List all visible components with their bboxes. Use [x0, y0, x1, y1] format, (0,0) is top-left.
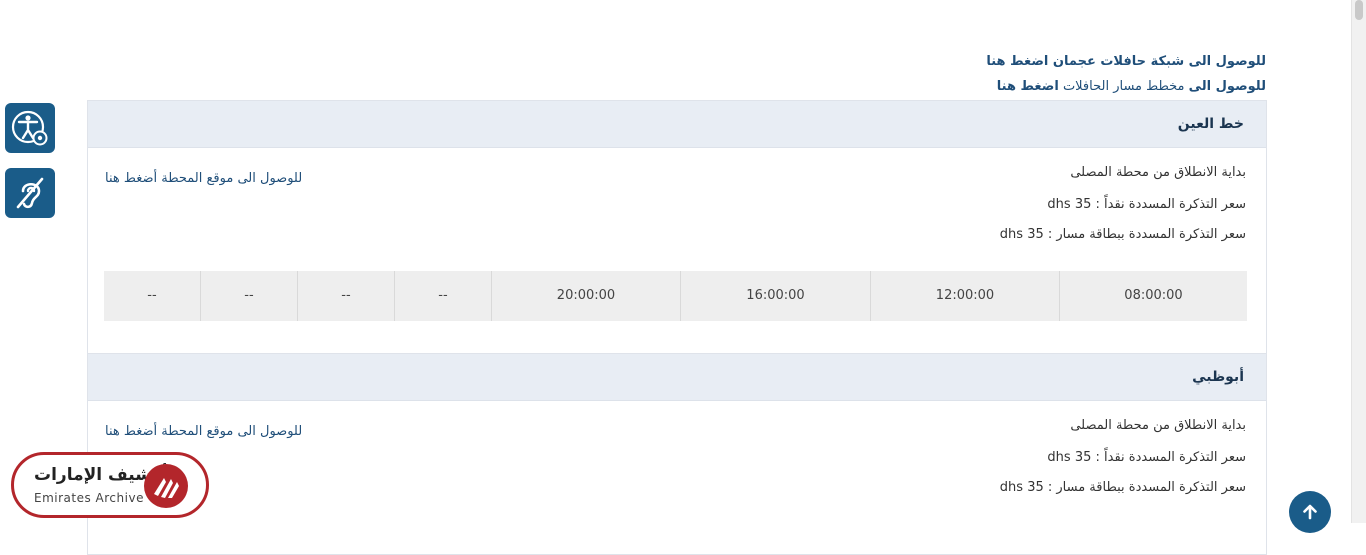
card-ticket-price: سعر التذكرة المسددة ببطاقة مسار : 35 dhs [999, 480, 1246, 495]
time-cell: -- [298, 271, 395, 321]
route-title: أبوظبي [1192, 369, 1244, 385]
emirates-archive-logo: أرشيف الإمارات Emirates Archive [11, 452, 209, 518]
time-cell: 20:00:00 [492, 271, 681, 321]
time-cell: -- [395, 271, 492, 321]
time-cell: -- [104, 271, 201, 321]
time-cell: -- [201, 271, 298, 321]
route-title: خط العين [1177, 116, 1244, 132]
station-location-link[interactable]: للوصول الى موقع المحطة أضغط هنا [105, 424, 302, 439]
hearing-impaired-icon [16, 177, 44, 209]
accessibility-settings-button[interactable] [5, 103, 55, 153]
route-card-abu-dhabi: أبوظبي بداية الانطلاق من محطة المصلى سعر… [87, 353, 1267, 555]
route-map-prefix: للوصول الى [1188, 79, 1266, 94]
arrow-up-icon [1303, 504, 1317, 520]
logo-mark-icon [144, 464, 188, 508]
back-to-top-button[interactable] [1289, 491, 1331, 533]
cash-ticket-price: سعر التذكرة المسددة نقداً : 35 dhs [1047, 197, 1246, 212]
time-cell: 08:00:00 [1124, 288, 1183, 303]
route-map-middle: مخطط مسار الحافلات [1062, 79, 1185, 94]
time-cell: 12:00:00 [871, 271, 1060, 321]
accessibility-settings-icon [11, 110, 48, 146]
departure-times-row: -- -- -- -- 20:00:00 16:00:00 12:00:00 0… [104, 271, 1247, 321]
route-card-header: خط العين [88, 101, 1266, 148]
cash-ticket-price: سعر التذكرة المسددة نقداً : 35 dhs [1047, 450, 1246, 465]
departure-station: بداية الانطلاق من محطة المصلى [1070, 165, 1246, 180]
route-map-action: اضغط هنا [996, 79, 1059, 94]
station-location-link[interactable]: للوصول الى موقع المحطة أضغط هنا [105, 171, 302, 186]
scrollbar-thumb[interactable] [1355, 0, 1363, 20]
page-scrollbar[interactable] [1351, 0, 1366, 523]
ajman-bus-network-link[interactable]: للوصول الى شبكة حافلات عجمان اضغط هنا [986, 54, 1266, 69]
hearing-accessibility-button[interactable] [5, 168, 55, 218]
bus-route-map-link[interactable]: للوصول الى مخطط مسار الحافلات اضغط هنا [997, 79, 1266, 94]
time-cell: 16:00:00 [681, 271, 871, 321]
route-card-header: أبوظبي [88, 354, 1266, 401]
route-card-al-ain: خط العين بداية الانطلاق من محطة المصلى س… [87, 100, 1267, 354]
card-ticket-price: سعر التذكرة المسددة ببطاقة مسار : 35 dhs [999, 227, 1246, 242]
logo-english-text: Emirates Archive [34, 491, 144, 505]
departure-station: بداية الانطلاق من محطة المصلى [1070, 418, 1246, 433]
